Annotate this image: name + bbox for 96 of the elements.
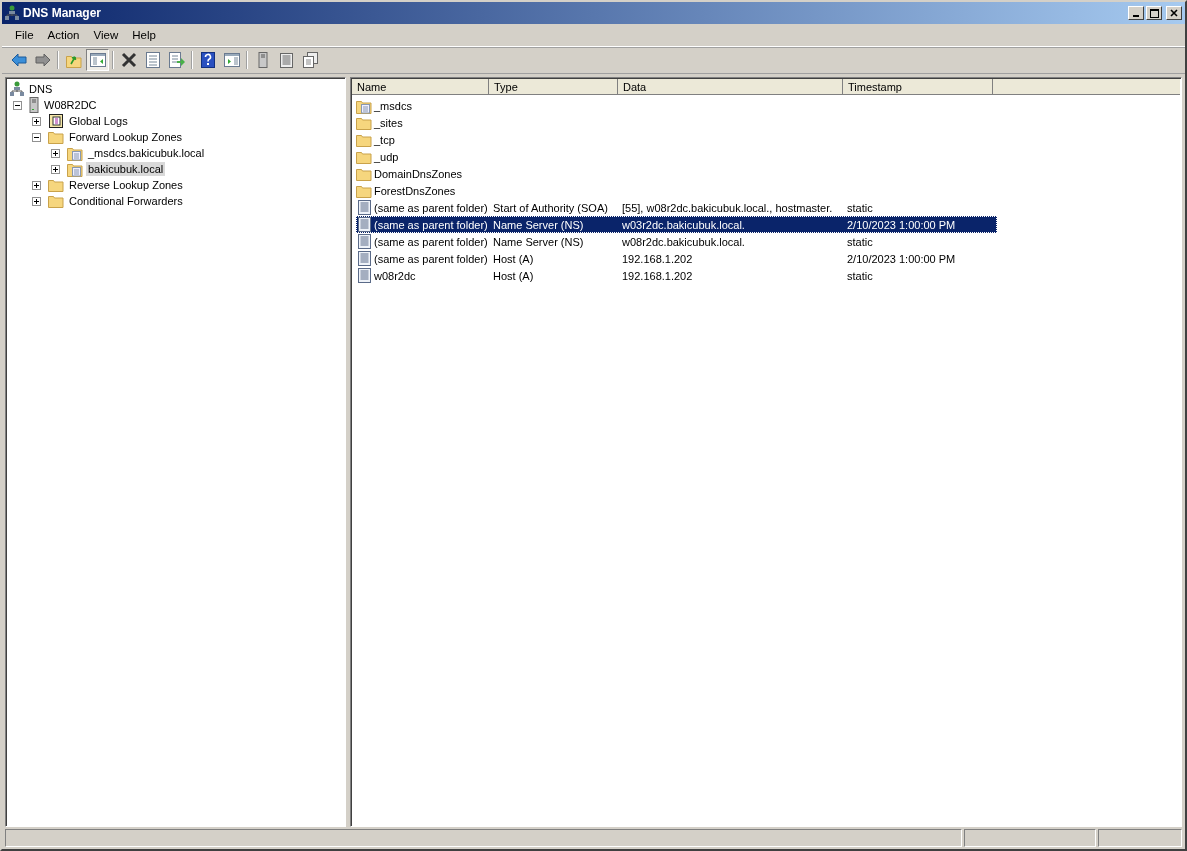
record-icon: [357, 268, 371, 283]
zone-file-icon: [67, 161, 83, 177]
table-cell-text: (same as parent folder): [373, 252, 489, 265]
maximize-icon: [1149, 8, 1159, 18]
folder-icon: [48, 194, 64, 208]
forward-arrow-icon: [34, 53, 51, 67]
window-title: DNS Manager: [23, 6, 103, 20]
column-header[interactable]: Name: [352, 79, 489, 95]
table-cell-text: ForestDnsZones: [373, 184, 457, 197]
tree-item[interactable]: _msdcs.bakicubuk.local: [86, 146, 207, 160]
list-icon: [280, 52, 293, 68]
record-icon: [357, 251, 371, 266]
table-cell-text: Start of Authority (SOA): [492, 201, 609, 214]
menu-item[interactable]: Action: [40, 27, 87, 43]
console-tree-icon: [89, 53, 106, 67]
minimize-button[interactable]: [1128, 6, 1144, 20]
tree-item[interactable]: bakicubuk.local: [86, 162, 166, 176]
table-cell-text: w03r2dc.bakicubuk.local.: [621, 218, 746, 231]
collapse-icon[interactable]: [32, 132, 41, 142]
table-cell-text: _msdcs: [373, 99, 413, 112]
folder-icon: [356, 132, 372, 147]
list-row[interactable]: (same as parent folder) Start of Authority (SOA) [55], w08r2dc.bakicubuk.local., hostmaster. static: [356, 199, 997, 216]
table-cell-text: Name Server (NS): [492, 235, 585, 248]
close-button[interactable]: [1166, 6, 1182, 20]
folder-icon: [48, 178, 64, 192]
table-cell-text: (same as parent folder): [373, 201, 489, 214]
table-cell-text: 192.168.1.202: [621, 252, 694, 265]
zone-file-icon: [67, 145, 83, 161]
table-cell-text: _tcp: [373, 133, 396, 146]
app-icon: [5, 5, 19, 21]
record-icon: [357, 217, 371, 232]
folder-icon: [48, 130, 64, 144]
menu-item[interactable]: File: [8, 27, 41, 43]
list-row[interactable]: ForestDnsZones: [356, 182, 997, 199]
table-cell-text: static: [846, 235, 874, 248]
expand-icon[interactable]: [32, 196, 41, 206]
table-cell-text: _udp: [373, 150, 400, 163]
collapse-icon[interactable]: [13, 100, 22, 110]
expand-icon[interactable]: [32, 180, 41, 190]
menu-item[interactable]: Help: [125, 27, 163, 43]
table-cell-text: (same as parent folder): [373, 235, 489, 248]
list-row[interactable]: _msdcs: [356, 97, 997, 114]
table-cell-text: w08r2dc.bakicubuk.local.: [621, 235, 746, 248]
expand-icon[interactable]: [51, 164, 60, 174]
table-cell-text: Name Server (NS): [492, 218, 585, 231]
tree-item[interactable]: Forward Lookup Zones: [67, 130, 185, 144]
maximize-button[interactable]: [1146, 6, 1162, 20]
table-cell-text: (same as parent folder): [373, 218, 489, 231]
record-icon: [357, 200, 371, 215]
table-cell-text: _sites: [373, 116, 404, 129]
help-icon: [200, 52, 215, 68]
table-cell-text: w08r2dc: [373, 269, 417, 282]
copy-icon: [303, 52, 318, 68]
server-icon: [29, 97, 39, 113]
list-row[interactable]: _sites: [356, 114, 997, 131]
table-cell-text: DomainDnsZones: [373, 167, 464, 180]
action-pane-icon: [223, 53, 240, 67]
tree-item[interactable]: Conditional Forwarders: [67, 194, 185, 208]
table-cell-text: static: [846, 201, 874, 214]
table-cell-text: 2/10/2023 1:00:00 PM: [846, 252, 957, 265]
properties-icon: [145, 52, 160, 68]
network-icon: [10, 81, 24, 97]
tree-item[interactable]: DNS: [27, 82, 55, 96]
folder-icon: [356, 115, 372, 130]
table-cell-text: 2/10/2023 1:00:00 PM: [846, 218, 957, 231]
menu-item[interactable]: View: [86, 27, 126, 43]
table-cell-text: static: [846, 269, 874, 282]
delete-icon: [120, 52, 137, 68]
expand-icon[interactable]: [32, 116, 41, 126]
record-icon: [357, 234, 371, 249]
export-list-icon: [168, 52, 185, 68]
list-row[interactable]: (same as parent folder) Name Server (NS) w08r2dc.bakicubuk.local. static: [356, 233, 997, 250]
table-cell-text: 192.168.1.202: [621, 269, 694, 282]
server-icon: [257, 52, 268, 68]
folder-icon: [356, 183, 372, 198]
tree-item[interactable]: Reverse Lookup Zones: [67, 178, 185, 192]
table-cell-text: Host (A): [492, 269, 535, 282]
table-cell-text: Host (A): [492, 252, 535, 265]
folder-icon: [356, 166, 372, 181]
column-header[interactable]: Timestamp: [843, 79, 993, 95]
table-cell-text: [55], w08r2dc.bakicubuk.local., hostmaster.: [621, 201, 834, 214]
back-arrow-icon: [10, 53, 27, 67]
log-book-icon: [48, 113, 64, 129]
list-row[interactable]: (same as parent folder) Host (A) 192.168.1.202 2/10/2023 1:00:00 PM: [356, 250, 997, 267]
list-row[interactable]: _tcp: [356, 131, 997, 148]
tree-item[interactable]: W08R2DC: [42, 98, 99, 112]
column-header[interactable]: Type: [489, 79, 618, 95]
list-row[interactable]: _udp: [356, 148, 997, 165]
list-row[interactable]: w08r2dc Host (A) 192.168.1.202 static: [356, 267, 997, 284]
tree-item[interactable]: Global Logs: [67, 114, 130, 128]
column-header[interactable]: Data: [618, 79, 843, 95]
folder-icon: [356, 149, 372, 164]
close-icon: [1170, 9, 1178, 17]
list-row[interactable]: DomainDnsZones: [356, 165, 997, 182]
list-row[interactable]: (same as parent folder) Name Server (NS) w03r2dc.bakicubuk.local. 2/10/2023 1:00:00 PM: [356, 216, 997, 233]
expand-icon[interactable]: [51, 148, 60, 158]
